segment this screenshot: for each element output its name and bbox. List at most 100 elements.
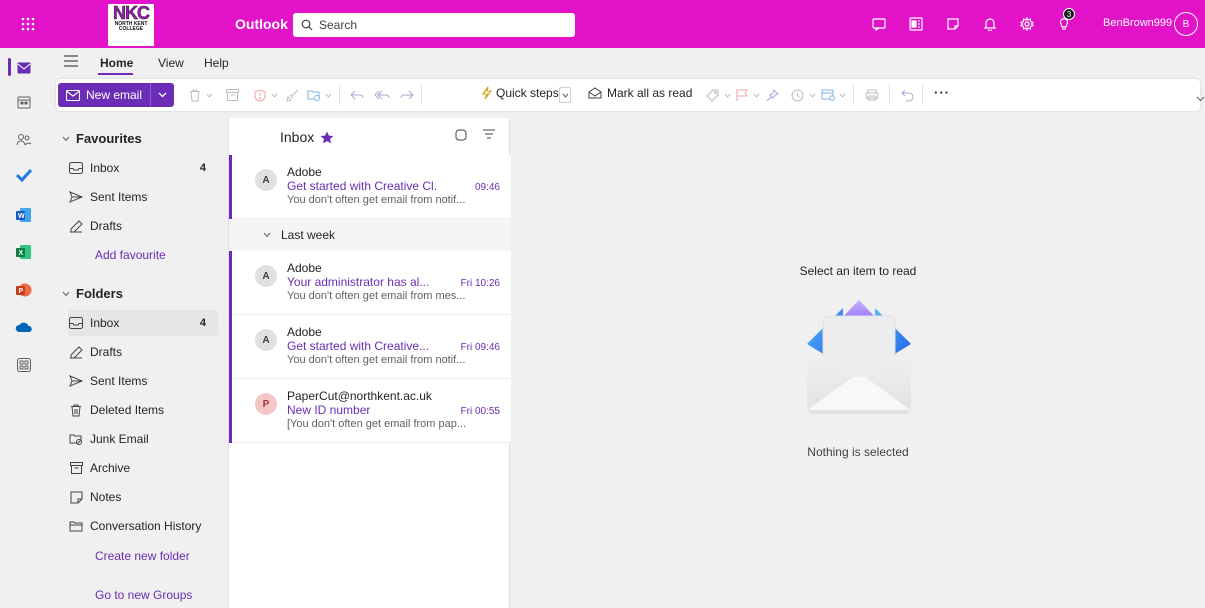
bell-icon: [983, 18, 996, 31]
favourites-header[interactable]: Favourites: [62, 131, 142, 146]
ribbon-separator: [922, 85, 923, 105]
message-list-header: Inbox: [229, 118, 511, 154]
undo-button[interactable]: [899, 87, 915, 103]
folder-item-sent[interactable]: Sent Items: [68, 368, 218, 394]
ribbon-expand-chevron-icon[interactable]: [1196, 96, 1205, 102]
rail-onedrive-button[interactable]: [12, 315, 36, 339]
tab-help[interactable]: Help: [204, 56, 229, 70]
favourite-item-inbox[interactable]: Inbox 4: [68, 155, 218, 181]
folder-item-drafts[interactable]: Drafts: [68, 339, 218, 365]
flag-dropdown[interactable]: [748, 87, 764, 103]
add-favourite-link[interactable]: Add favourite: [95, 248, 166, 262]
favourite-item-sent[interactable]: Sent Items: [68, 184, 218, 210]
tips-button[interactable]: 3: [1051, 8, 1076, 36]
mail-icon: [17, 62, 31, 74]
rail-calendar-button[interactable]: [12, 90, 36, 114]
folder-item-archive[interactable]: Archive: [68, 455, 218, 481]
search-input[interactable]: Search: [319, 18, 357, 32]
folders-header[interactable]: Folders: [62, 286, 123, 301]
top-bar: NKC NORTH KENT COLLEGE Outlook Search 3 …: [0, 0, 1205, 48]
favourite-item-drafts[interactable]: Drafts: [68, 213, 218, 239]
message-preview: You don't often get email from notif...: [287, 354, 466, 366]
message-item[interactable]: P PaperCut@northkent.ac.uk New ID number…: [229, 379, 511, 443]
chevron-down-icon: [724, 93, 730, 98]
folder-item-junk[interactable]: Junk Email: [68, 426, 218, 452]
message-subject: New ID number: [287, 403, 371, 417]
message-item[interactable]: A Adobe Get started with Creative... Fri…: [229, 315, 511, 379]
reply-button[interactable]: [349, 87, 365, 103]
snooze-dropdown[interactable]: [804, 87, 820, 103]
new-email-dropdown[interactable]: [151, 83, 173, 107]
folder-item-inbox[interactable]: Inbox 4: [68, 310, 218, 336]
mark-all-read-label: Mark all as read: [607, 86, 693, 100]
onenote-button[interactable]: [903, 12, 928, 36]
teams-chat-button[interactable]: [866, 12, 891, 36]
group-header-last-week[interactable]: Last week: [229, 219, 511, 251]
message-list: Inbox A Adobe Get started with Creative …: [228, 118, 511, 608]
rail-powerpoint-button[interactable]: P: [12, 278, 36, 302]
go-to-groups-link[interactable]: Go to new Groups: [95, 588, 192, 602]
report-dropdown[interactable]: [266, 87, 282, 103]
delete-dropdown[interactable]: [201, 87, 217, 103]
snooze-button[interactable]: [789, 87, 805, 103]
print-button[interactable]: [864, 87, 880, 103]
reply-all-button[interactable]: [374, 87, 390, 103]
star-icon[interactable]: [320, 131, 334, 144]
tab-home[interactable]: Home: [100, 56, 133, 70]
archive-button[interactable]: [224, 87, 240, 103]
drafts-icon: [68, 218, 84, 234]
quick-steps-button[interactable]: Quick steps: [481, 86, 559, 100]
select-mode-icon[interactable]: [455, 129, 467, 141]
my-day-button[interactable]: [940, 12, 965, 36]
message-sender: Adobe: [287, 261, 322, 275]
new-email-button[interactable]: New email: [58, 83, 151, 107]
rail-people-button[interactable]: [12, 128, 36, 152]
account-username[interactable]: BenBrown999: [1103, 17, 1172, 29]
chevron-down-icon: [839, 93, 845, 98]
tab-view[interactable]: View: [158, 56, 184, 70]
folder-item-conversation-history[interactable]: Conversation History: [68, 513, 218, 539]
tag-icon: [705, 89, 718, 102]
app-name[interactable]: Outlook: [235, 16, 288, 32]
categorize-button[interactable]: [704, 87, 720, 103]
pin-button[interactable]: [764, 87, 780, 103]
filter-icon[interactable]: [483, 129, 495, 139]
app-launcher-button[interactable]: [0, 0, 56, 48]
account-avatar[interactable]: B: [1174, 12, 1198, 36]
quick-steps-dropdown[interactable]: [559, 87, 571, 103]
create-folder-link[interactable]: Create new folder: [95, 549, 190, 563]
notifications-button[interactable]: [977, 12, 1002, 36]
sweep-button[interactable]: [284, 87, 300, 103]
rail-todo-button[interactable]: [12, 163, 36, 187]
rail-more-apps-button[interactable]: [12, 353, 36, 377]
unread-indicator: [229, 155, 232, 219]
sender-avatar: A: [255, 329, 277, 351]
categorize-dropdown[interactable]: [719, 87, 735, 103]
ribbon-separator: [339, 85, 340, 105]
college-logo[interactable]: NKC NORTH KENT COLLEGE: [108, 4, 154, 46]
more-options-button[interactable]: ···: [934, 85, 950, 100]
folder-item-notes[interactable]: Notes: [68, 484, 218, 510]
ribbon-tabs: Home View Help: [48, 48, 1205, 76]
settings-button[interactable]: [1014, 12, 1039, 36]
message-item[interactable]: A Adobe Get started with Creative Cl... …: [229, 155, 511, 219]
forward-button[interactable]: [399, 87, 415, 103]
move-to-dropdown[interactable]: [320, 87, 336, 103]
folder-item-label: Notes: [90, 490, 122, 504]
excel-icon: X: [16, 245, 31, 259]
chevron-down-icon: [562, 93, 568, 98]
hamburger-menu-icon[interactable]: [64, 55, 78, 67]
rail-word-button[interactable]: W: [12, 203, 36, 227]
mark-all-read-button[interactable]: Mark all as read: [588, 86, 692, 100]
group-label: Last week: [281, 228, 336, 242]
message-item[interactable]: A Adobe Your administrator has al... Fri…: [229, 251, 511, 315]
rail-excel-button[interactable]: X: [12, 240, 36, 264]
chevron-down-icon: [753, 93, 759, 98]
rail-mail-button[interactable]: [12, 56, 36, 80]
search-box[interactable]: Search: [293, 13, 575, 37]
waffle-icon: [21, 17, 35, 31]
rules-dropdown[interactable]: [834, 87, 850, 103]
send-icon: [68, 189, 84, 205]
folder-item-deleted[interactable]: Deleted Items: [68, 397, 218, 423]
message-time: 09:46: [474, 182, 500, 193]
